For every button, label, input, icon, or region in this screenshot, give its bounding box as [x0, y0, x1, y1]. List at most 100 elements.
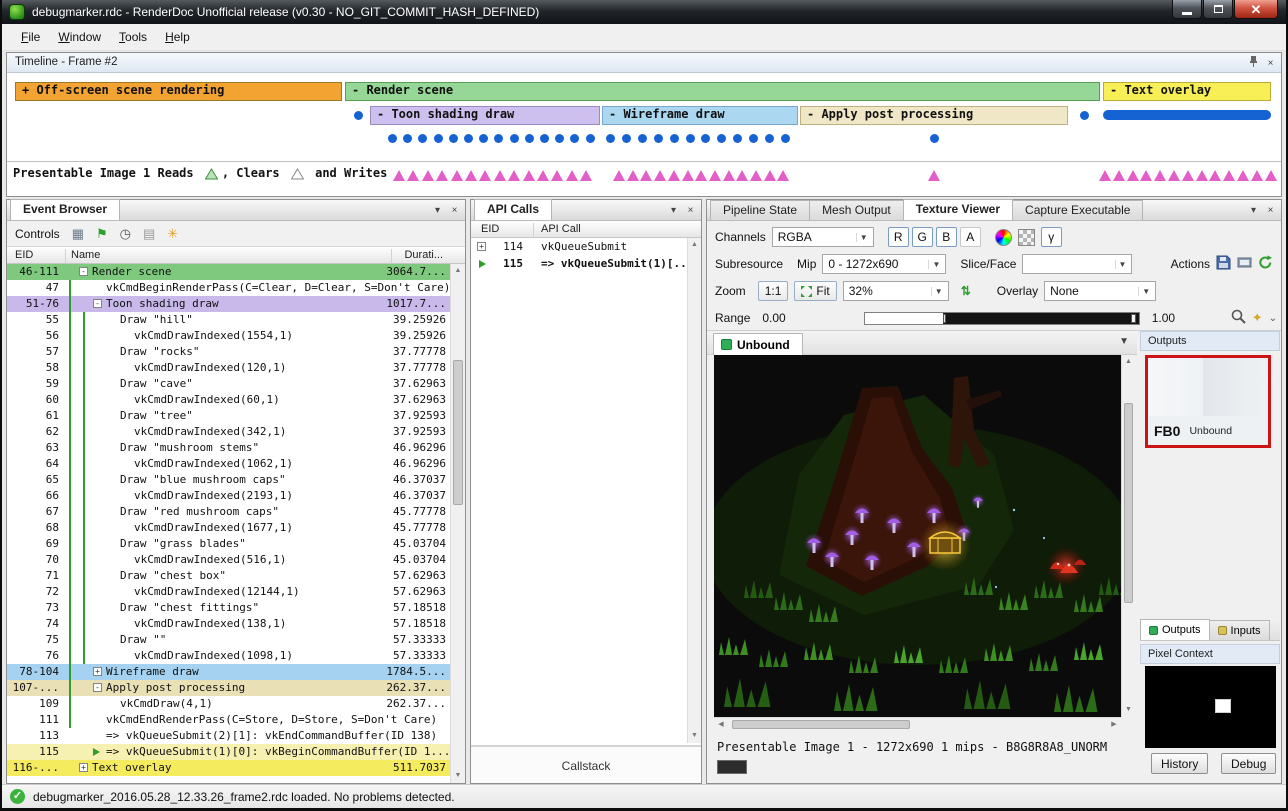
texture-list-chevron-icon[interactable]: ▼ [1119, 336, 1129, 347]
draw-call-dot[interactable] [555, 134, 564, 143]
write-marker[interactable] [1168, 170, 1180, 181]
settings-icon[interactable]: ✳ [167, 226, 178, 242]
write-marker[interactable] [695, 170, 707, 181]
zoom-combo[interactable]: 32% ▼ [843, 281, 949, 301]
tab-outputs[interactable]: Outputs [1140, 619, 1210, 640]
write-marker[interactable] [465, 170, 477, 181]
maximize-button[interactable] [1203, 0, 1233, 19]
event-row[interactable]: 71Draw "chest box"57.62963 [7, 568, 450, 584]
autofit-wand-icon[interactable]: ✦ [1252, 310, 1263, 326]
panel-close-icon[interactable]: × [1263, 56, 1278, 71]
tab-inputs[interactable]: Inputs [1209, 620, 1270, 640]
draw-call-dot[interactable] [670, 134, 679, 143]
event-row[interactable]: 107-...-Apply post processing262.37... [7, 680, 450, 696]
open-texture-list-icon[interactable] [1237, 255, 1252, 273]
write-marker[interactable] [494, 170, 506, 181]
timeline-block-offscreen[interactable]: + Off-screen scene rendering [15, 82, 342, 101]
write-marker[interactable] [537, 170, 549, 181]
panel-close-icon[interactable]: × [683, 203, 698, 218]
draw-call-dot[interactable] [403, 134, 412, 143]
slice-face-combo[interactable]: ▼ [1022, 254, 1132, 274]
write-marker[interactable] [580, 170, 592, 181]
write-marker[interactable] [736, 170, 748, 181]
event-row[interactable]: 70vkCmdDrawIndexed(516,1)45.03704 [7, 552, 450, 568]
write-marker[interactable] [1182, 170, 1194, 181]
channel-a-button[interactable]: A [960, 227, 981, 247]
scroll-up-icon[interactable]: ▲ [1122, 355, 1135, 369]
event-row[interactable]: 111vkCmdEndRenderPass(C=Store, D=Store, … [7, 712, 450, 728]
draw-call-dot[interactable] [449, 134, 458, 143]
channel-b-button[interactable]: B [936, 227, 957, 247]
event-row[interactable]: 74vkCmdDrawIndexed(138,1)57.18518 [7, 616, 450, 632]
draw-call-dot[interactable] [540, 134, 549, 143]
write-marker[interactable] [1265, 170, 1277, 181]
custom-channels-icon[interactable] [995, 229, 1012, 246]
write-marker[interactable] [1237, 170, 1249, 181]
draw-call-dot[interactable] [1080, 111, 1089, 120]
write-marker[interactable] [1113, 170, 1125, 181]
channel-r-button[interactable]: R [888, 227, 909, 247]
minimize-button[interactable] [1172, 0, 1202, 19]
write-marker[interactable] [1140, 170, 1152, 181]
range-handle-max[interactable] [1131, 314, 1136, 323]
draw-call-dot[interactable] [434, 134, 443, 143]
collapse-expander[interactable]: - [93, 299, 102, 308]
write-marker[interactable] [682, 170, 694, 181]
close-button[interactable]: ✕ [1234, 0, 1278, 19]
draw-call-dot[interactable] [606, 134, 615, 143]
draw-call-dot[interactable] [510, 134, 519, 143]
range-slider[interactable] [864, 312, 1140, 325]
panel-menu-icon[interactable]: ▾ [1246, 203, 1261, 218]
write-marker[interactable] [508, 170, 520, 181]
event-row[interactable]: 61Draw "tree"37.92593 [7, 408, 450, 424]
write-marker[interactable] [613, 170, 625, 181]
panel-menu-icon[interactable]: ▾ [430, 203, 445, 218]
tab-texture-viewer[interactable]: Texture Viewer [903, 199, 1013, 220]
scroll-down-icon[interactable]: ▼ [1122, 703, 1135, 717]
write-marker[interactable] [764, 170, 776, 181]
history-button[interactable]: History [1151, 753, 1208, 774]
zoom-range-icon[interactable] [1231, 309, 1246, 327]
scroll-down-icon[interactable]: ▼ [451, 769, 465, 783]
fit-button[interactable]: Fit [794, 281, 836, 301]
write-marker[interactable] [1251, 170, 1263, 181]
draw-call-dot[interactable] [781, 134, 790, 143]
event-row[interactable]: 57Draw "rocks"37.77778 [7, 344, 450, 360]
timeline-block-toon-shading[interactable]: - Toon shading draw [370, 106, 600, 125]
write-marker[interactable] [668, 170, 680, 181]
event-row[interactable]: 116-...+Text overlay511.7037 [7, 760, 450, 776]
write-marker[interactable] [709, 170, 721, 181]
write-marker[interactable] [1127, 170, 1139, 181]
overflow-chevron-icon[interactable]: ⌄ [1269, 313, 1277, 324]
texture-vertical-scrollbar[interactable]: ▲ ▼ [1121, 355, 1135, 717]
scroll-up-icon[interactable]: ▲ [451, 264, 465, 278]
flip-y-icon[interactable]: ⇅ [961, 284, 971, 298]
write-marker[interactable] [928, 170, 940, 181]
menu-window[interactable]: Window [49, 26, 110, 48]
event-row[interactable]: 66vkCmdDrawIndexed(2193,1)46.37037 [7, 488, 450, 504]
scroll-down-icon[interactable]: ▼ [688, 729, 701, 743]
tab-pipeline-state[interactable]: Pipeline State [710, 200, 810, 220]
event-row[interactable]: 113=> vkQueueSubmit(2)[1]: vkEndCommandB… [7, 728, 450, 744]
scrollbar-thumb[interactable] [1124, 403, 1133, 603]
draw-call-dot[interactable] [525, 134, 534, 143]
write-marker[interactable] [451, 170, 463, 181]
expand-expander[interactable]: + [477, 242, 486, 251]
channel-g-button[interactable]: G [912, 227, 933, 247]
event-browser-scrollbar[interactable]: ▲ ▼ [450, 264, 465, 783]
event-row[interactable]: 76vkCmdDrawIndexed(1098,1)57.33333 [7, 648, 450, 664]
save-texture-icon[interactable] [1216, 255, 1231, 273]
draw-call-dot[interactable] [570, 134, 579, 143]
draw-call-dot[interactable] [586, 134, 595, 143]
draw-call-dot[interactable] [638, 134, 647, 143]
draw-call-dot[interactable] [717, 134, 726, 143]
draw-call-dot[interactable] [654, 134, 663, 143]
write-marker[interactable] [654, 170, 666, 181]
write-marker[interactable] [393, 170, 405, 181]
write-marker[interactable] [1209, 170, 1221, 181]
event-row[interactable]: 59Draw "cave"37.62963 [7, 376, 450, 392]
gamma-button[interactable]: γ [1041, 227, 1062, 247]
tab-api-calls[interactable]: API Calls [474, 199, 552, 220]
stats-icon[interactable]: ▤ [143, 226, 155, 242]
write-marker[interactable] [1154, 170, 1166, 181]
